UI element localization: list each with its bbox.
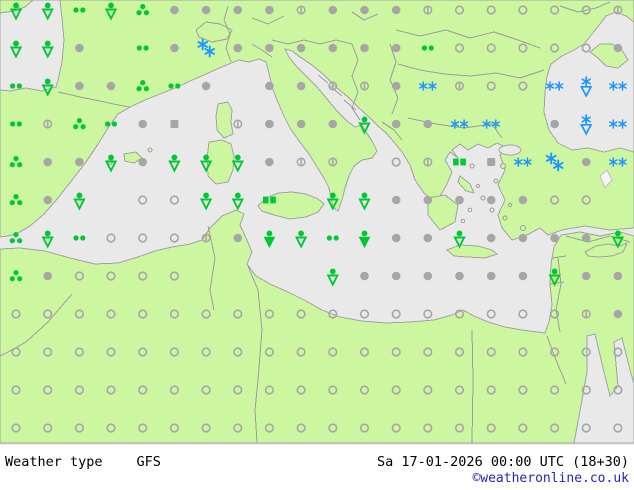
weather-symbol-CF [486, 195, 496, 205]
weather-symbol-CF [75, 81, 84, 91]
weather-symbol-CF [265, 157, 274, 167]
weather-symbol-CF [360, 271, 369, 281]
weather-symbol-CF [328, 119, 338, 129]
weather-symbol-CF [43, 195, 52, 205]
weather-symbol-CF [613, 271, 623, 281]
copyright-label[interactable]: ©weatheronline.co.uk [472, 471, 629, 486]
weather-symbol-CF [613, 309, 623, 319]
weather-symbol-CF [138, 119, 147, 129]
weather-symbol-CF [43, 157, 52, 167]
valid-time-label: Sa 17-01-2026 00:00 UTC (18+30) [377, 454, 629, 470]
weather-symbol-CF [233, 233, 243, 243]
weather-symbol-CF [391, 271, 401, 281]
weather-symbol-CF [296, 81, 306, 91]
weather-symbol-CF [391, 233, 401, 243]
weather-symbol-FS [170, 120, 179, 128]
weather-symbol-CF [328, 43, 338, 53]
weather-symbol-CF [550, 119, 559, 129]
weather-symbol-CF [296, 43, 306, 53]
model-name: GFS [136, 454, 161, 470]
weather-symbol-CF [201, 5, 211, 15]
weather-symbol-CF [550, 233, 559, 243]
weather-symbol-CF [75, 157, 84, 167]
weather-symbol-CF [170, 5, 179, 15]
weather-symbol-CF [296, 119, 306, 129]
weather-symbol-CF [233, 43, 243, 53]
rhodes [520, 225, 526, 231]
weather-symbol-CF [391, 195, 401, 205]
weather-symbol-CF [265, 5, 274, 15]
weather-symbol-CF [106, 81, 116, 91]
weather-symbol-CF [265, 119, 274, 129]
weather-symbol-FS [487, 158, 496, 166]
weather-symbol-CF [423, 119, 433, 129]
weather-symbol-CF [138, 157, 147, 167]
weather-symbol-CF [391, 119, 401, 129]
weather-symbol-CF [486, 271, 496, 281]
weather-symbol-CF [391, 81, 401, 91]
weather-symbol-CF [265, 43, 274, 53]
weather-symbol-CF [170, 43, 179, 53]
weather-symbol-CF [328, 5, 338, 15]
product-name: Weather type [5, 454, 103, 470]
weather-symbol-CF [423, 233, 433, 243]
weather-symbol-CF [581, 157, 591, 167]
weather-symbol-CF [391, 43, 401, 53]
weather-symbol-CF [43, 271, 52, 281]
weather-symbol-CF [423, 195, 433, 205]
lesbos [500, 163, 506, 169]
chios [493, 178, 499, 184]
map-footer: Weather type GFS Sa 17-01-2026 00:00 UTC … [0, 445, 634, 490]
weather-symbol-CF [581, 271, 591, 281]
weather-symbol-CF [613, 43, 623, 53]
weather-symbol-CF [518, 195, 528, 205]
weather-symbol-CF [360, 43, 369, 53]
product-label: Weather type GFS [5, 454, 161, 470]
weather-symbol-CF [360, 5, 369, 15]
weather-symbol-CF [75, 43, 84, 53]
weather-symbol-CF [455, 271, 464, 281]
weather-symbol-CF [486, 233, 496, 243]
weather-symbol-CF [581, 233, 591, 243]
weather-symbol-CF [201, 81, 211, 91]
weather-map-page: Weather type GFS Sa 17-01-2026 00:00 UTC … [0, 0, 634, 490]
weather-symbol-CF [233, 5, 243, 15]
weather-symbol-CF [391, 5, 401, 15]
weather-symbol-CF [265, 81, 274, 91]
sea-of-marmara [498, 144, 522, 156]
weather-symbol-CF [518, 271, 528, 281]
weather-symbol-CF [455, 195, 464, 205]
weather-map [0, 0, 634, 445]
menorca [147, 147, 153, 153]
weather-symbol-CF [423, 271, 433, 281]
weather-symbol-CF [518, 233, 528, 243]
bay-of-biscay [0, 0, 65, 92]
